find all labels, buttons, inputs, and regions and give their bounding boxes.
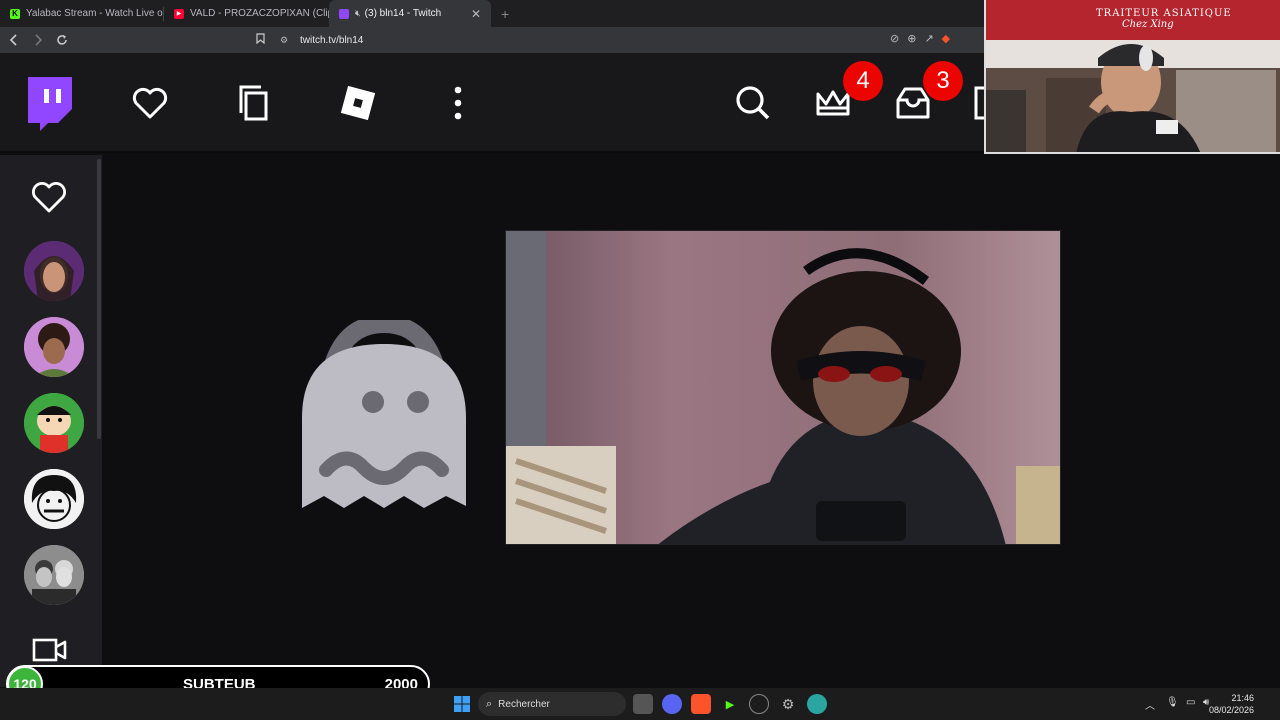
tab-title: Yalabac Stream - Watch Live on Kick bbox=[26, 8, 163, 19]
inbox-icon[interactable]: 3 bbox=[885, 61, 963, 131]
network-icon[interactable]: ▭ bbox=[1186, 697, 1195, 708]
video-camera-icon[interactable] bbox=[32, 637, 68, 668]
search-icon: ⌕ bbox=[486, 697, 493, 710]
clock-date: 08/02/2026 bbox=[1208, 705, 1254, 715]
kick-favicon-icon: K bbox=[10, 8, 20, 19]
bookmark-icon[interactable] bbox=[256, 33, 270, 47]
youtube-favicon-icon: ▶ bbox=[174, 8, 184, 19]
channel-avatar-4[interactable] bbox=[24, 469, 84, 529]
back-icon[interactable] bbox=[4, 30, 24, 50]
microphone-icon[interactable]: 🎙︎ bbox=[1166, 697, 1179, 708]
sidebar-scrollbar[interactable] bbox=[97, 159, 101, 439]
video-player[interactable] bbox=[505, 230, 1061, 545]
heart-icon[interactable] bbox=[122, 75, 178, 131]
crown-icon[interactable]: 4 bbox=[805, 61, 883, 131]
channel-avatar-3[interactable] bbox=[24, 393, 84, 453]
forward-icon[interactable] bbox=[28, 30, 48, 50]
windows-start-icon[interactable] bbox=[454, 696, 470, 717]
toolbar-right-icons: ⊘ ⊕ ↗ ◆ bbox=[890, 32, 950, 45]
tab-twitch[interactable]: 🔇︎ (3) bln14 - Twitch ✕ bbox=[329, 0, 491, 27]
brave-icon[interactable] bbox=[691, 694, 711, 714]
channel-avatar-1[interactable] bbox=[24, 241, 84, 301]
new-tab-icon[interactable]: + bbox=[491, 0, 519, 27]
webcam-shop-sign-name: Chez Xing bbox=[1122, 19, 1174, 30]
followed-channels-sidebar: ▼ bbox=[0, 155, 103, 687]
brave-shield-icon[interactable]: ◆ bbox=[942, 32, 950, 45]
tab-youtube[interactable]: ▶ VALD - PROZACZOPIXAN (Clip offici bbox=[164, 0, 329, 27]
browse-copy-icon[interactable] bbox=[226, 75, 282, 131]
following-heart-icon[interactable] bbox=[30, 181, 68, 218]
reload-icon[interactable] bbox=[52, 30, 72, 50]
webcam-shop-sign: TRAITEUR ASIATIQUE bbox=[1096, 8, 1232, 19]
windows-taskbar: ⌕ Rechercher ▶ ⚙ ︿ 🎙︎ ▭ 🔊︎ 21:46 08/02/2… bbox=[0, 688, 1280, 720]
muted-speaker-icon[interactable]: 🔇︎ bbox=[355, 8, 361, 19]
discord-icon[interactable] bbox=[662, 694, 682, 714]
address-bar[interactable]: ⚙ twitch.tv/bln14 bbox=[256, 30, 976, 50]
channel-avatar-2[interactable] bbox=[24, 317, 84, 377]
no-translate-icon[interactable]: ⊘ bbox=[890, 32, 899, 45]
twitch-logo-icon[interactable] bbox=[22, 75, 78, 131]
file-explorer-icon[interactable] bbox=[633, 694, 653, 714]
streamer-webcam-overlay: TRAITEUR ASIATIQUE Chez Xing bbox=[984, 0, 1280, 154]
taskbar-search-placeholder: Rechercher bbox=[498, 698, 550, 710]
tray-chevron-icon[interactable]: ︿ bbox=[1145, 697, 1155, 712]
crown-badge: 4 bbox=[843, 61, 883, 101]
video-frame bbox=[506, 231, 1060, 544]
whispers-icon[interactable] bbox=[968, 75, 984, 131]
tab-title: VALD - PROZACZOPIXAN (Clip offici bbox=[190, 8, 329, 19]
tab-title: (3) bln14 - Twitch bbox=[364, 8, 442, 19]
inbox-badge: 3 bbox=[923, 61, 963, 101]
kick-app-icon[interactable]: ▶ bbox=[720, 694, 740, 714]
roblox-icon[interactable] bbox=[330, 75, 386, 131]
tab-kick[interactable]: K Yalabac Stream - Watch Live on Kick bbox=[0, 0, 163, 27]
zoom-icon[interactable]: ⊕ bbox=[907, 32, 916, 45]
search-icon[interactable] bbox=[725, 75, 781, 131]
twitch-favicon-icon bbox=[339, 8, 349, 19]
taskbar-search[interactable]: ⌕ Rechercher bbox=[478, 692, 626, 716]
channel-avatar-5[interactable] bbox=[24, 545, 84, 605]
share-icon[interactable]: ↗ bbox=[924, 32, 933, 45]
more-vertical-icon[interactable] bbox=[430, 75, 486, 131]
clock-time: 21:46 bbox=[1231, 693, 1254, 703]
taskbar-clock[interactable]: 21:46 08/02/2026 bbox=[1209, 692, 1254, 716]
close-tab-icon[interactable]: ✕ bbox=[463, 7, 481, 21]
globe-app-icon[interactable] bbox=[807, 694, 827, 714]
site-info-icon[interactable]: ⚙ bbox=[280, 35, 294, 46]
settings-gear-icon[interactable]: ⚙ bbox=[778, 694, 798, 714]
obs-icon[interactable] bbox=[749, 694, 769, 714]
offline-ghost-icon bbox=[300, 314, 468, 515]
url-text[interactable]: twitch.tv/bln14 bbox=[300, 35, 363, 46]
